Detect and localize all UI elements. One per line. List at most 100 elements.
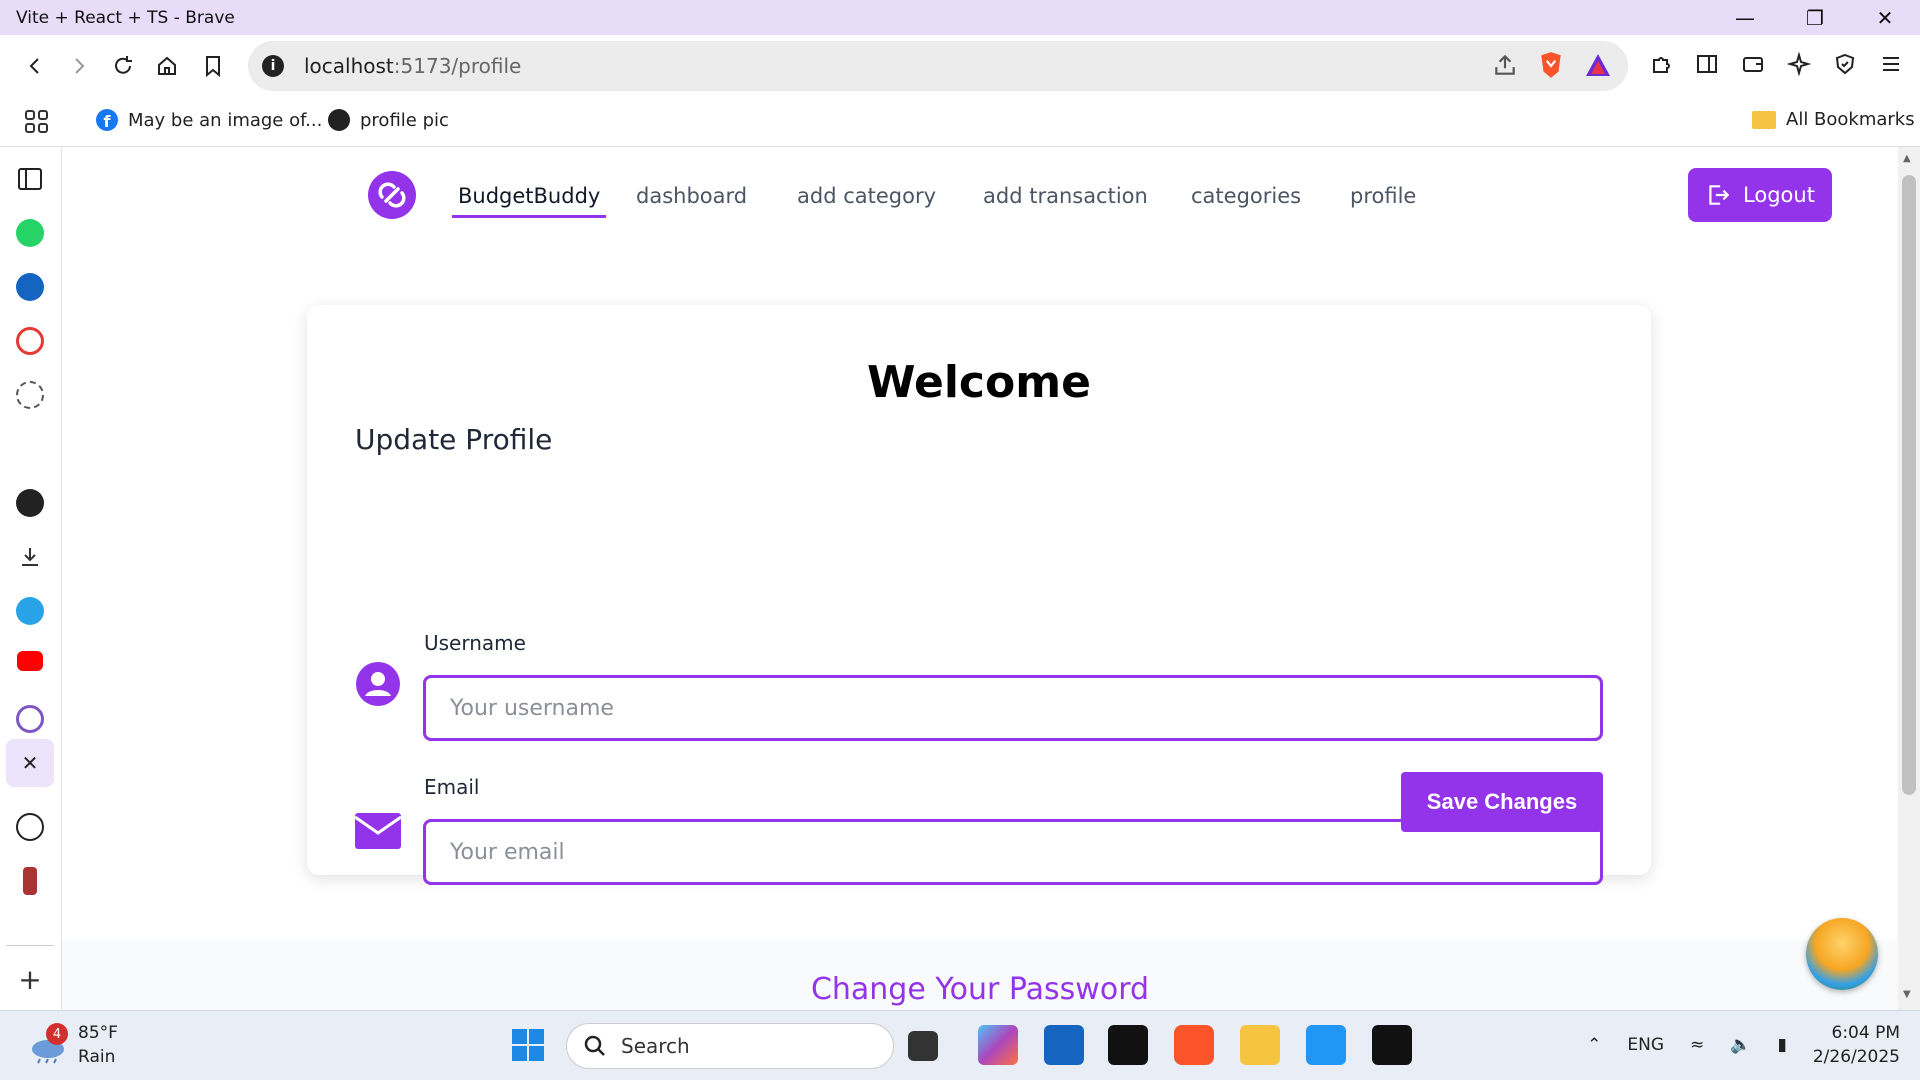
all-bookmarks-label: All Bookmarks [1786, 109, 1915, 130]
change-password-heading: Change Your Password [810, 972, 1150, 1007]
menu-icon[interactable] [1874, 47, 1908, 81]
nav-profile[interactable]: profile [1350, 184, 1416, 208]
globe-app-icon[interactable] [16, 489, 44, 517]
windows-taskbar: 4 85°F Rain Search ⌃ ENG ≈ 🔈 ▮ 6:04 PM 2… [0, 1010, 1920, 1080]
wallet-icon[interactable] [1736, 47, 1770, 81]
save-changes-button[interactable]: Save Changes [1401, 772, 1603, 832]
username-label: Username [424, 631, 526, 655]
browser-toolbar: i localhost:5173/profile [0, 35, 1920, 97]
share-icon[interactable] [1492, 52, 1518, 78]
weather-widget[interactable]: 4 85°F Rain [28, 1021, 118, 1069]
store-icon[interactable] [1044, 1025, 1084, 1065]
facebook-icon: f [96, 109, 118, 131]
shield-app-icon[interactable] [16, 273, 44, 301]
vscode-icon[interactable] [1306, 1025, 1346, 1065]
user-icon [355, 661, 401, 707]
update-profile-heading: Update Profile [355, 423, 553, 456]
username-input[interactable] [423, 675, 1603, 741]
bookmark-label: profile pic [360, 109, 449, 131]
bookmark-label: May be an image of... [128, 109, 323, 131]
apps-grid-icon[interactable] [24, 109, 50, 135]
email-icon [355, 808, 401, 854]
forward-icon[interactable] [60, 47, 98, 85]
youtube-icon[interactable] [17, 651, 43, 671]
reload-icon[interactable] [104, 47, 142, 85]
all-bookmarks[interactable]: All Bookmarks [1752, 109, 1915, 130]
browser-sidebar: ✕ + [0, 147, 62, 1010]
bookmark-icon[interactable] [194, 47, 232, 85]
app-navbar: BudgetBuddy dashboard add category add t… [62, 147, 1898, 247]
bookmark-item[interactable]: profile pic [328, 109, 449, 131]
back-icon[interactable] [16, 47, 54, 85]
beach-widget-icon[interactable] [1806, 918, 1878, 990]
scroll-up-icon[interactable]: ▲ [1903, 153, 1911, 164]
close-window-icon[interactable]: ✕ [1850, 0, 1920, 35]
logout-label: Logout [1743, 183, 1815, 207]
system-tray: ⌃ ENG ≈ 🔈 ▮ 6:04 PM 2/26/2025 [1587, 1021, 1900, 1069]
loading-app-icon[interactable] [16, 381, 44, 409]
add-app-icon[interactable]: + [16, 963, 44, 996]
mute-icon[interactable]: 🔈 [1730, 1035, 1751, 1055]
downloads-icon[interactable] [16, 543, 44, 571]
intellij-icon[interactable] [1108, 1025, 1148, 1065]
brave-shields-icon[interactable] [1538, 51, 1564, 79]
weather-badge: 4 [46, 1023, 68, 1045]
budgetbuddy-logo-icon[interactable] [368, 171, 416, 219]
minimize-icon[interactable]: — [1710, 0, 1780, 35]
taskbar-search-label: Search [621, 1034, 690, 1058]
window-title: Vite + React + TS - Brave [16, 7, 235, 28]
extensions-icon[interactable] [1644, 47, 1678, 81]
youtube-music-icon[interactable] [16, 327, 44, 355]
file-explorer-icon[interactable] [1240, 1025, 1280, 1065]
nav-dashboard[interactable]: dashboard [636, 184, 747, 208]
webstorm-icon[interactable] [1372, 1025, 1412, 1065]
nav-add-transaction[interactable]: add transaction [983, 184, 1148, 208]
weather-temp: 85°F [78, 1023, 118, 1043]
chevron-up-icon[interactable]: ⌃ [1587, 1035, 1601, 1055]
site-info-icon[interactable]: i [262, 55, 284, 77]
battery-icon[interactable]: ▮ [1777, 1035, 1786, 1055]
clock[interactable]: 6:04 PM 2/26/2025 [1813, 1021, 1900, 1069]
windows-start-icon[interactable] [508, 1025, 548, 1065]
weather-desc: Rain [78, 1047, 116, 1067]
chatgpt-icon[interactable] [16, 813, 44, 841]
change-password-section: Change Your Password [62, 940, 1898, 1010]
search-icon [584, 1035, 605, 1056]
restore-icon[interactable]: ❐ [1780, 0, 1850, 35]
nav-add-category[interactable]: add category [797, 184, 936, 208]
brave-taskbar-icon[interactable] [1174, 1025, 1214, 1065]
whatsapp-icon[interactable] [16, 219, 44, 247]
copilot-icon[interactable] [978, 1025, 1018, 1065]
scroll-down-icon[interactable]: ▼ [1903, 989, 1911, 1000]
logout-button[interactable]: Logout [1688, 168, 1832, 222]
brave-rewards-icon[interactable] [1584, 52, 1612, 78]
welcome-heading: Welcome [867, 357, 1091, 408]
sidebar-panel-icon[interactable] [16, 165, 44, 193]
toolbar-actions [1644, 47, 1920, 81]
task-view-icon[interactable] [908, 1031, 938, 1061]
address-bar[interactable]: i localhost:5173/profile [248, 41, 1628, 91]
window-controls: — ❐ ✕ [1710, 0, 1920, 35]
language-indicator[interactable]: ENG [1627, 1035, 1664, 1055]
address-bar-actions [1492, 51, 1612, 79]
weather-app-icon[interactable] [16, 597, 44, 625]
bookmark-item[interactable]: f May be an image of... [96, 109, 322, 131]
home-icon[interactable] [148, 47, 186, 85]
wifi-icon[interactable]: ≈ [1690, 1035, 1704, 1055]
nav-brand-link[interactable]: BudgetBuddy [451, 184, 607, 218]
folder-icon [1752, 110, 1776, 129]
bottle-app-icon[interactable] [23, 867, 37, 895]
leo-ai-icon[interactable] [1782, 47, 1816, 81]
clock-date: 2/26/2025 [1812, 1047, 1900, 1067]
page-scrollbar[interactable]: ▲ ▼ [1898, 147, 1920, 1010]
brave-talk-icon[interactable] [16, 705, 44, 733]
taskbar-search[interactable]: Search [566, 1023, 894, 1069]
globe-icon [328, 109, 350, 131]
email-label: Email [424, 775, 480, 799]
nav-categories[interactable]: categories [1191, 184, 1301, 208]
scrollbar-thumb[interactable] [1902, 175, 1916, 795]
url-text[interactable]: localhost:5173/profile [304, 54, 521, 78]
x-app-icon[interactable]: ✕ [6, 739, 54, 787]
vpn-icon[interactable] [1828, 47, 1862, 81]
sidebar-toggle-icon[interactable] [1690, 47, 1724, 81]
